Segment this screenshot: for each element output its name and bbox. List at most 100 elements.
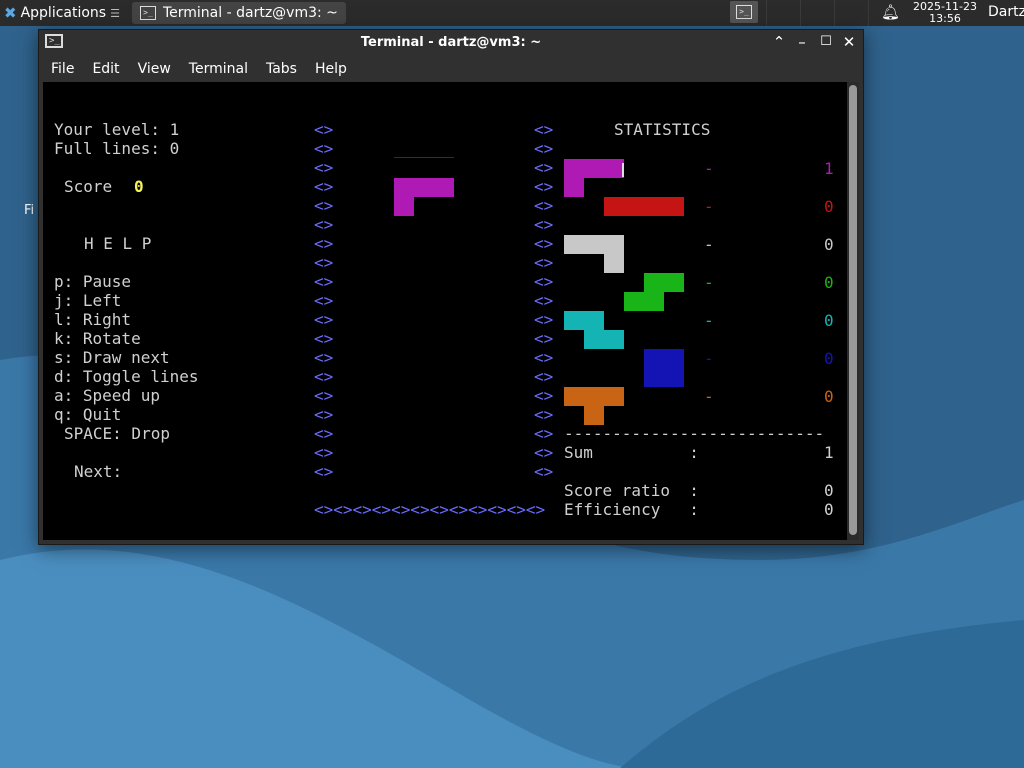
score-ratio-value: 0 [824, 481, 834, 500]
sum-value: 1 [824, 443, 834, 462]
taskbar-terminal-button[interactable]: >_ Terminal - dartz@vm3: ~ [131, 2, 346, 24]
well-left-wall-segment: <> [314, 272, 334, 291]
stat-piece-s-block [644, 273, 684, 292]
efficiency-label: Efficiency : [564, 500, 699, 519]
well-left-wall-segment: <> [314, 443, 334, 462]
window-minimize-button[interactable]: – [792, 33, 812, 51]
well-right-wall-segment: <> [534, 158, 554, 177]
applications-menu-button[interactable]: ✖ Applications ☰ [0, 0, 124, 26]
well-right-wall-segment: <> [534, 272, 554, 291]
well-left-wall-segment: <> [314, 291, 334, 310]
help-draw-next: s: Draw next [54, 348, 170, 367]
stats-separator: --------------------------- [564, 424, 825, 443]
stat-count: 0 [824, 349, 834, 368]
well-right-wall-segment: <> [534, 462, 554, 481]
scrollbar-thumb[interactable] [849, 85, 857, 535]
menu-view[interactable]: View [132, 61, 177, 77]
user-menu[interactable]: Dartz [988, 4, 1024, 20]
score-value: 0 [134, 177, 144, 196]
well-right-wall-segment: <> [534, 291, 554, 310]
menu-edit[interactable]: Edit [86, 61, 125, 77]
stat-piece-l-block [564, 235, 624, 254]
well-right-wall-segment: <> [534, 367, 554, 386]
well-left-wall-segment: <> [314, 462, 334, 481]
text-cursor-icon [622, 163, 624, 177]
level-text: Your level: 1 [54, 120, 180, 139]
stat-dash: - [704, 159, 714, 178]
clock[interactable]: 2025-11-23 13:56 [904, 1, 986, 25]
well-right-wall-segment: <> [534, 329, 554, 348]
help-quit: q: Quit [54, 405, 122, 424]
well-right-wall-segment: <> [534, 443, 554, 462]
help-speed-up: a: Speed up [54, 386, 160, 405]
notification-bell-icon[interactable]: 🔔︎ [881, 3, 900, 21]
well-left-wall-segment: <> [314, 424, 334, 443]
well-left-wall-segment: <> [314, 348, 334, 367]
well-left-wall-segment: <> [314, 310, 334, 329]
well-right-wall-segment: <> [534, 253, 554, 272]
desktop-icon-label[interactable]: Fi [24, 203, 34, 218]
applications-icon: ✖ [4, 4, 17, 22]
well-left-wall-segment: <> [314, 158, 334, 177]
well-right-wall-segment: <> [534, 348, 554, 367]
stat-piece-t-block [564, 387, 624, 406]
well-right-wall-segment: <> [534, 139, 554, 158]
help-pause: p: Pause [54, 272, 132, 291]
well-left-wall-segment: <> [314, 196, 334, 215]
stat-piece-o-block [644, 349, 684, 387]
well-left-wall-segment: <> [314, 329, 334, 348]
well-right-wall-segment: <> [534, 215, 554, 234]
stat-piece-j-block [564, 178, 584, 197]
window-titlebar[interactable]: >_ Terminal - dartz@vm3: ~ ⌃ – ☐ ✕ [39, 30, 863, 57]
well-right-wall-segment: <> [534, 120, 554, 139]
window-title: Terminal - dartz@vm3: ~ [360, 35, 542, 50]
terminal-scrollbar[interactable] [847, 82, 859, 540]
stat-dash: - [704, 311, 714, 330]
well-right-wall-segment: <> [534, 405, 554, 424]
window-shade-button[interactable]: ⌃ [769, 33, 789, 51]
well-right-wall-segment: <> [534, 177, 554, 196]
stat-piece-t-block [584, 406, 604, 425]
falling-piece-block [394, 178, 454, 197]
menu-file[interactable]: File [45, 61, 80, 77]
sum-label: Sum : [564, 443, 699, 462]
falling-piece-block [394, 197, 414, 216]
terminal-icon: >_ [139, 6, 156, 20]
stat-piece-j-block [564, 159, 624, 178]
stat-count: 0 [824, 197, 834, 216]
tray-terminal-launcher[interactable]: >_ [730, 1, 758, 23]
well-right-wall-segment: <> [534, 310, 554, 329]
well-left-wall-segment: <> [314, 386, 334, 405]
menu-bar: File Edit View Terminal Tabs Help [39, 57, 863, 81]
stat-count: 0 [824, 235, 834, 254]
score-label: Score [64, 177, 113, 196]
well-left-wall-segment: <> [314, 120, 334, 139]
statistics-title: STATISTICS [614, 120, 711, 139]
stat-piece-s-block [624, 292, 664, 311]
terminal-output[interactable]: Your level: 1 Full lines: 0 Score 0 H E … [43, 82, 847, 540]
menu-terminal[interactable]: Terminal [183, 61, 254, 77]
panel-separator [834, 0, 835, 26]
applications-label: Applications [20, 5, 107, 21]
terminal-icon: >_ [736, 5, 752, 19]
stat-dash: - [704, 349, 714, 368]
well-right-wall-segment: <> [534, 196, 554, 215]
menu-tabs[interactable]: Tabs [260, 61, 303, 77]
well-right-wall-segment: <> [534, 386, 554, 405]
help-toggle-lines: d: Toggle lines [54, 367, 199, 386]
window-maximize-button[interactable]: ☐ [816, 34, 836, 49]
help-space-drop: SPACE: Drop [64, 424, 170, 443]
panel-separator [868, 0, 869, 26]
stat-piece-z-block [584, 330, 624, 349]
well-right-wall-segment: <> [534, 234, 554, 253]
clock-time: 13:56 [929, 12, 961, 25]
window-close-button[interactable]: ✕ [839, 33, 859, 51]
stat-count: 0 [824, 311, 834, 330]
stat-dash: - [704, 235, 714, 254]
well-left-wall-segment: <> [314, 253, 334, 272]
efficiency-value: 0 [824, 500, 834, 519]
menu-help[interactable]: Help [309, 61, 353, 77]
help-left: j: Left [54, 291, 122, 310]
help-rotate: k: Rotate [54, 329, 141, 348]
drop-guide-line [394, 157, 454, 158]
